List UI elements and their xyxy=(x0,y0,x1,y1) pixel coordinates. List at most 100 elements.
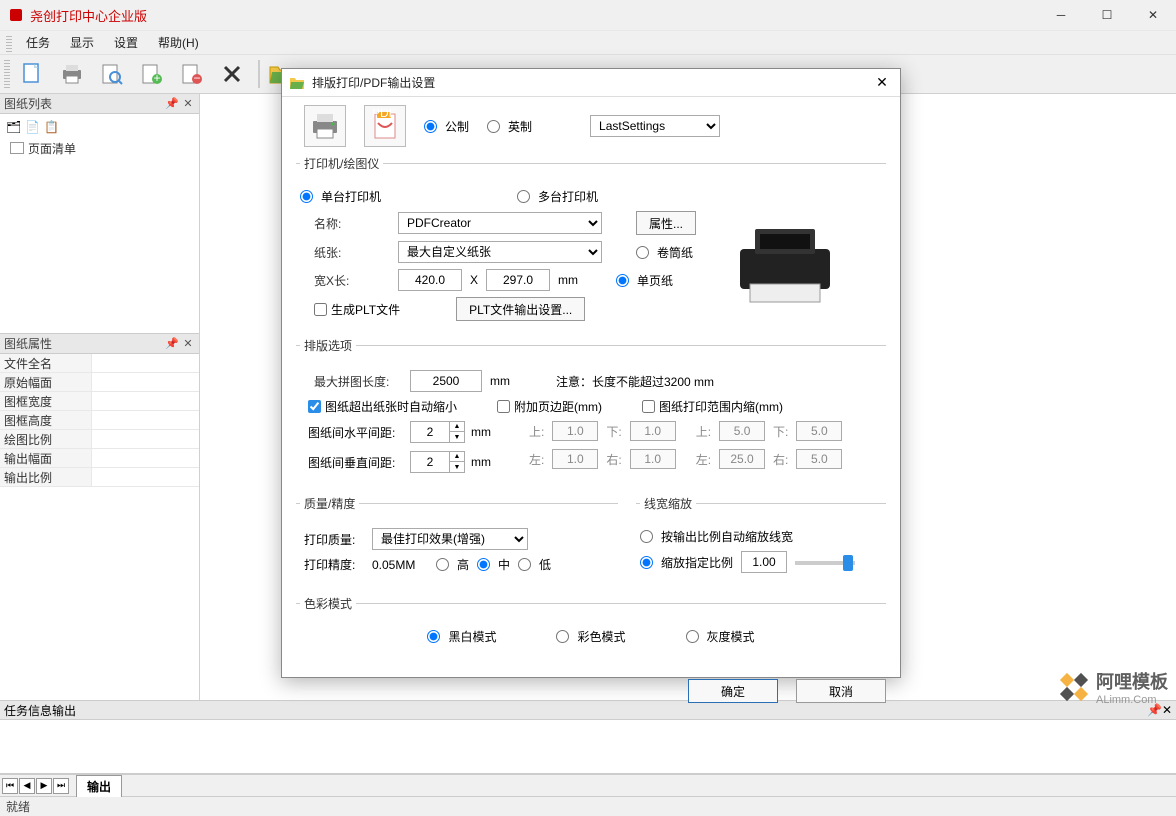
layout-legend: 排版选项 xyxy=(300,337,356,354)
pin-icon[interactable]: 📌 xyxy=(165,97,179,111)
hspace-label: 图纸间水平间距: xyxy=(308,424,404,441)
svg-text:−: − xyxy=(193,71,200,85)
pdf-mode-button[interactable]: PDF xyxy=(364,105,406,147)
printer-name-select[interactable]: PDFCreator xyxy=(398,212,602,234)
precision-value: 0.05MM xyxy=(372,558,428,572)
new-doc-button[interactable] xyxy=(14,58,50,90)
app-icon xyxy=(8,7,24,23)
wh-label: 宽X长: xyxy=(314,272,390,289)
lw-auto-radio[interactable]: 按输出比例自动缩放线宽 xyxy=(640,528,793,545)
menu-task[interactable]: 任务 xyxy=(16,31,60,54)
name-label: 名称: xyxy=(314,215,390,232)
menu-help[interactable]: 帮助(H) xyxy=(148,31,209,54)
delete-button[interactable] xyxy=(214,58,250,90)
nav-last-icon[interactable]: ⏭ xyxy=(53,778,69,794)
grip-icon xyxy=(6,34,12,52)
status-ready: 就绪 xyxy=(6,798,30,815)
menu-display[interactable]: 显示 xyxy=(60,31,104,54)
color-bw-radio[interactable]: 黑白模式 xyxy=(427,628,496,645)
nav-next-icon[interactable]: ▶ xyxy=(36,778,52,794)
maxlen-note: 注意：长度不能超过3200 mm xyxy=(556,373,714,390)
task-output-body xyxy=(0,720,1176,774)
maximize-button[interactable]: ☐ xyxy=(1084,0,1130,30)
multi-printer-radio[interactable]: 多台打印机 xyxy=(517,188,598,205)
close-button[interactable]: ✕ xyxy=(1130,0,1176,30)
view-tree-icon[interactable]: 🗂 xyxy=(6,120,21,134)
tree-item-pagelist[interactable]: 页面清单 xyxy=(4,136,195,161)
prop-label: 原始幅面 xyxy=(0,373,92,391)
prop-value xyxy=(92,354,199,372)
preview-button[interactable] xyxy=(94,58,130,90)
app-title: 尧创打印中心企业版 xyxy=(30,6,1038,25)
vspace-input[interactable]: ▲▼ xyxy=(410,451,465,473)
watermark-name: 阿哩模板 xyxy=(1096,668,1168,694)
close-icon[interactable]: ✕ xyxy=(181,337,195,351)
pin-icon[interactable]: 📌 xyxy=(165,337,179,351)
height-input[interactable] xyxy=(486,269,550,291)
printer-props-button[interactable]: 属性... xyxy=(636,211,696,235)
menubar: 任务 显示 设置 帮助(H) xyxy=(0,30,1176,54)
paper-select[interactable]: 最大自定义纸张 xyxy=(398,241,602,263)
hspace-input[interactable]: ▲▼ xyxy=(410,421,465,443)
close-icon[interactable]: ✕ xyxy=(181,97,195,111)
page-margin-checkbox[interactable]: 附加页边距(mm) xyxy=(497,398,602,415)
nav-prev-icon[interactable]: ◀ xyxy=(19,778,35,794)
precision-label: 打印精度: xyxy=(304,556,364,573)
maxlen-label: 最大拼图长度: xyxy=(314,373,402,390)
view-list-icon[interactable]: 📄 xyxy=(25,120,40,134)
quality-select[interactable]: 最佳打印效果(增强) xyxy=(372,528,528,550)
prop-label: 绘图比例 xyxy=(0,430,92,448)
sheet-paper-radio[interactable]: 单页纸 xyxy=(616,272,673,289)
width-input[interactable] xyxy=(398,269,462,291)
maxlen-input[interactable] xyxy=(410,370,482,392)
printer-mode-button[interactable] xyxy=(304,105,346,147)
lw-fixed-radio[interactable]: 缩放指定比例 xyxy=(640,554,733,571)
bottom-tabs: ⏮ ◀ ▶ ⏭ 输出 xyxy=(0,774,1176,796)
grip-icon xyxy=(4,60,10,88)
ok-button[interactable]: 确定 xyxy=(688,679,778,703)
lw-slider[interactable] xyxy=(795,561,855,565)
print-settings-dialog: 排版打印/PDF输出设置 ✕ PDF 公制 英制 LastSettings 打印… xyxy=(281,68,901,678)
remove-button[interactable]: − xyxy=(174,58,210,90)
color-gray-radio[interactable]: 灰度模式 xyxy=(686,628,755,645)
watermark-url: ALimm.Com xyxy=(1096,694,1168,706)
unit-metric-radio[interactable]: 公制 xyxy=(424,118,469,135)
color-color-radio[interactable]: 彩色模式 xyxy=(556,628,625,645)
window-controls: ─ ☐ ✕ xyxy=(1038,0,1176,30)
dialog-close-button[interactable]: ✕ xyxy=(870,71,894,95)
menu-settings[interactable]: 设置 xyxy=(104,31,148,54)
inner-margin-checkbox[interactable]: 图纸打印范围内缩(mm) xyxy=(642,398,783,415)
drawing-list-header: 图纸列表 📌 ✕ xyxy=(0,94,199,114)
folder-icon xyxy=(288,74,306,92)
precision-high-radio[interactable]: 高 xyxy=(436,556,469,573)
preset-select[interactable]: LastSettings xyxy=(590,115,720,137)
im-left-input xyxy=(719,449,765,469)
pm-top-input xyxy=(552,421,598,441)
plt-settings-button[interactable]: PLT文件输出设置... xyxy=(456,297,585,321)
nav-first-icon[interactable]: ⏮ xyxy=(2,778,18,794)
dialog-titlebar: 排版打印/PDF输出设置 ✕ xyxy=(282,69,900,97)
left-panel: 图纸列表 📌 ✕ 🗂 📄 📋 页面清单 图纸属性 📌 ✕ 文件全名 原始幅面 图… xyxy=(0,94,200,700)
precision-low-radio[interactable]: 低 xyxy=(518,556,551,573)
minimize-button[interactable]: ─ xyxy=(1038,0,1084,30)
add-button[interactable]: + xyxy=(134,58,170,90)
props-body: 文件全名 原始幅面 图框宽度 图框高度 绘图比例 输出幅面 输出比例 xyxy=(0,354,199,700)
gen-plt-checkbox[interactable]: 生成PLT文件 xyxy=(314,301,400,318)
prop-label: 图框高度 xyxy=(0,411,92,429)
titlebar: 尧创打印中心企业版 ─ ☐ ✕ xyxy=(0,0,1176,30)
prop-label: 文件全名 xyxy=(0,354,92,372)
precision-mid-radio[interactable]: 中 xyxy=(477,556,510,573)
quality-section: 质量/精度 打印质量: 最佳打印效果(增强) 打印精度: 0.05MM 高 中 … xyxy=(296,495,618,579)
svg-text:PDF: PDF xyxy=(372,109,396,120)
single-printer-radio[interactable]: 单台打印机 xyxy=(300,188,381,205)
tab-output[interactable]: 输出 xyxy=(76,775,122,797)
auto-shrink-checkbox[interactable]: 图纸超出纸张时自动缩小 xyxy=(308,398,457,415)
props-header: 图纸属性 📌 ✕ xyxy=(0,334,199,354)
print-button[interactable] xyxy=(54,58,90,90)
lw-scale-input[interactable] xyxy=(741,551,787,573)
cancel-button[interactable]: 取消 xyxy=(796,679,886,703)
unit-imperial-radio[interactable]: 英制 xyxy=(487,118,532,135)
x-label: X xyxy=(470,273,478,287)
view-detail-icon[interactable]: 📋 xyxy=(44,120,59,134)
roll-paper-radio[interactable]: 卷筒纸 xyxy=(636,244,693,261)
